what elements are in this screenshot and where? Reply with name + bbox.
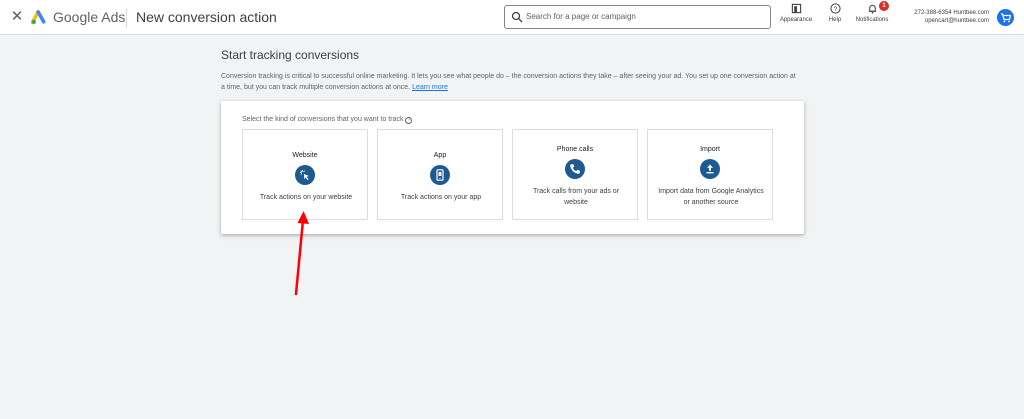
notifications-label: Notifications (855, 17, 889, 23)
phone-calls-card[interactable]: Phone calls Track calls from your ads or… (512, 129, 638, 220)
app-card[interactable]: App Track actions on your app (377, 129, 503, 220)
search-placeholder: Search for a page or campaign (526, 12, 636, 21)
svg-text:?: ? (833, 6, 837, 13)
appearance-icon (791, 3, 801, 14)
card-description: Track actions on your app (400, 194, 482, 201)
help-label: Help (828, 17, 842, 23)
phone-call-icon (565, 159, 585, 179)
learn-more-link[interactable]: Learn more (412, 84, 448, 91)
search-input[interactable]: Search for a page or campaign (504, 5, 771, 29)
annotation-arrow (294, 211, 309, 296)
google-ads-logo (31, 10, 46, 24)
shopping-cart-icon (1001, 13, 1012, 23)
account-id-line: 272-388-6354 Huntbee.com (914, 10, 989, 16)
upload-icon (700, 159, 720, 179)
help-button[interactable]: ? Help (825, 3, 845, 24)
intro-body: Conversion tracking is critical to succe… (221, 73, 796, 91)
card-title: Phone calls (556, 146, 594, 153)
card-title: App (433, 152, 447, 159)
prompt-text: Select the kind of conversions that you … (242, 116, 404, 123)
product-name: Google Ads (53, 9, 126, 25)
appearance-label: Appearance (779, 17, 813, 23)
website-card[interactable]: Website Track actions on your website (242, 129, 368, 220)
search-icon (511, 11, 523, 23)
card-description: Track calls from your ads or website (532, 188, 620, 206)
import-card[interactable]: Import Import data from Google Analytics… (647, 129, 773, 220)
avatar[interactable] (997, 9, 1014, 26)
card-description: Track actions on your website (259, 194, 353, 201)
account-info[interactable]: 272-388-6354 Huntbee.com opencart@huntbe… (914, 9, 989, 25)
conversion-type-prompt: Select the kind of conversions that you … (242, 115, 413, 124)
header-divider (126, 8, 127, 28)
notifications-count-badge: 1 (879, 1, 889, 11)
card-title: Import (700, 146, 720, 153)
intro-text: Conversion tracking is critical to succe… (221, 71, 801, 93)
page-title: New conversion action (136, 9, 277, 25)
account-email: opencart@huntbee.com (924, 18, 989, 24)
bell-icon (868, 4, 876, 14)
cursor-click-icon (295, 165, 315, 185)
section-heading: Start tracking conversions (221, 48, 360, 62)
top-app-bar: ✕ Google Ads New conversion action Searc… (0, 0, 1024, 35)
help-icon: ? (829, 3, 841, 14)
phone-app-icon (430, 165, 450, 185)
help-circle-icon[interactable]: ? (405, 117, 413, 124)
card-title: Website (292, 152, 318, 159)
appearance-button[interactable]: Appearance (777, 3, 815, 24)
card-description: Import data from Google Analytics or ano… (658, 188, 764, 206)
close-icon[interactable]: ✕ (9, 9, 25, 25)
